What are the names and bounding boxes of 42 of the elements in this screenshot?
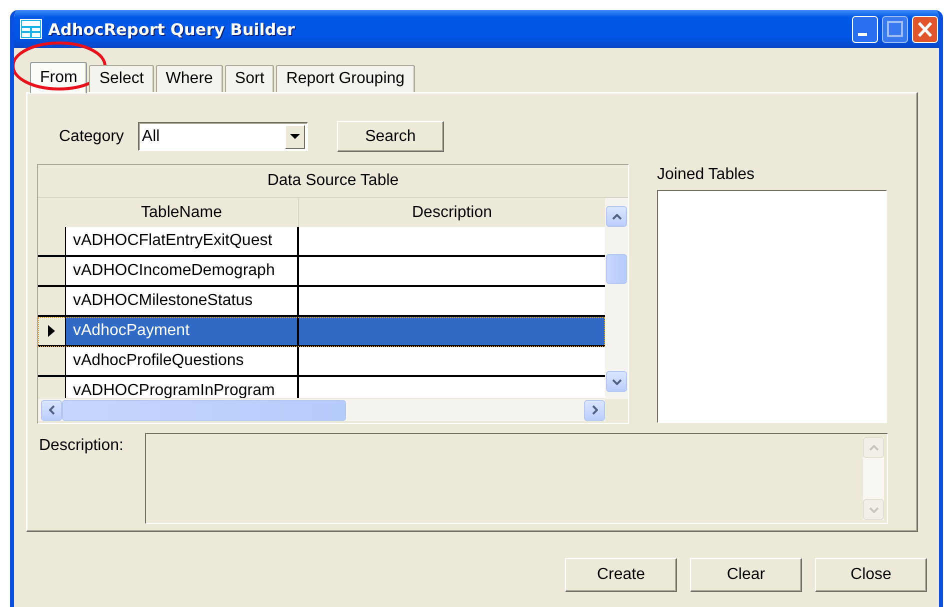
scroll-thumb[interactable] <box>62 400 346 420</box>
column-header[interactable]: Description <box>299 198 605 227</box>
dropdown-arrow-icon <box>290 134 300 139</box>
tab[interactable]: From <box>30 62 88 93</box>
table-cell: vADHOCIncomeDemograph <box>65 257 299 285</box>
table-cell: vADHOCProgramInProgram <box>65 377 299 398</box>
window-title: AdhocReport Query Builder <box>48 20 296 38</box>
scroll-left-button[interactable] <box>41 400 62 420</box>
scroll-down-button[interactable] <box>606 371 627 392</box>
tab[interactable]: Report Grouping <box>276 65 415 92</box>
current-row-icon <box>48 325 55 337</box>
field-label: Category <box>59 128 124 146</box>
tab[interactable]: Sort <box>224 65 274 92</box>
field-label: Description: <box>39 436 124 456</box>
list-label: Joined Tables <box>657 166 756 184</box>
chevron-down-icon <box>612 378 622 384</box>
chevron-up-icon <box>612 214 622 220</box>
app-icon <box>20 19 42 39</box>
table-cell: vADHOCMilestoneStatus <box>65 287 299 315</box>
dialog-button[interactable]: Create <box>565 558 677 592</box>
tab[interactable]: Select <box>89 65 154 92</box>
minimize-button[interactable] <box>852 16 878 42</box>
category-dropdown[interactable]: All <box>138 122 308 151</box>
table-cell: vADHOCFlatEntryExitQuest <box>65 227 299 255</box>
tab[interactable]: Where <box>156 65 223 92</box>
joined-tables-list[interactable] <box>657 190 887 423</box>
maximize-button[interactable] <box>882 16 908 42</box>
scroll-thumb[interactable] <box>606 254 627 284</box>
scroll-up-button[interactable] <box>606 206 627 227</box>
chevron-right-icon <box>592 405 598 415</box>
dialog-button[interactable]: Clear <box>690 558 802 592</box>
table-cell: vAdhocPayment <box>65 317 299 345</box>
search-button[interactable]: Search <box>336 121 444 152</box>
horizontal-scrollbar[interactable] <box>38 399 605 421</box>
table-cell: vAdhocProfileQuestions <box>65 347 299 375</box>
scroll-right-button[interactable] <box>584 400 605 420</box>
close-button[interactable] <box>912 16 938 42</box>
vertical-scrollbar[interactable] <box>605 198 628 399</box>
dialog-button[interactable]: Close <box>815 558 927 592</box>
chevron-down-icon <box>868 506 878 512</box>
chevron-left-icon <box>48 405 54 415</box>
chevron-up-icon <box>868 444 878 450</box>
